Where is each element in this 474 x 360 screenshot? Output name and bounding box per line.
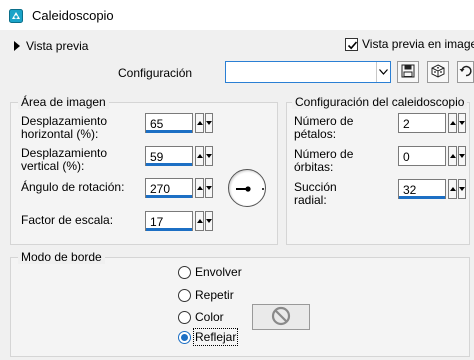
increment-button[interactable]	[448, 146, 457, 166]
radio-icon[interactable]	[178, 310, 191, 324]
radio-selected-icon[interactable]	[178, 330, 191, 344]
kaleido-config-title: Configuración del caleidoscopio	[292, 95, 468, 109]
increment-button[interactable]	[195, 211, 204, 231]
decrement-button[interactable]	[205, 211, 213, 231]
orbits-spinner[interactable]: 0	[398, 146, 466, 168]
radio-color[interactable]: Color	[178, 310, 224, 324]
config-preset-select[interactable]	[225, 61, 391, 83]
radio-icon[interactable]	[178, 265, 191, 279]
scale-spinner[interactable]: 17	[145, 211, 213, 233]
increment-button[interactable]	[195, 113, 204, 133]
down-arrow-icon	[206, 154, 212, 158]
scale-label: Factor de escala:	[21, 213, 114, 227]
down-arrow-icon	[459, 121, 465, 125]
randomize-button[interactable]	[427, 61, 449, 83]
randomize-icon	[431, 63, 445, 81]
radio-envolver-label: Envolver	[195, 265, 242, 279]
petals-input[interactable]: 2	[398, 113, 446, 133]
preview-in-image-checkbox[interactable]: Vista previa en imagen	[345, 37, 474, 51]
up-arrow-icon	[449, 187, 456, 191]
reset-icon	[459, 64, 473, 81]
decrement-button[interactable]	[458, 179, 466, 199]
value-slider-bar	[146, 163, 192, 166]
decrement-button[interactable]	[205, 113, 213, 133]
window-title: Caleidoscopio	[32, 8, 114, 23]
petals-label: Número de pétalos:	[294, 114, 354, 141]
rotation-spinner[interactable]: 270	[145, 178, 213, 200]
up-arrow-icon	[449, 154, 456, 158]
up-arrow-icon	[196, 154, 203, 158]
up-arrow-icon	[449, 121, 456, 125]
v-offset-label: Desplazamiento vertical (%):	[21, 146, 108, 173]
chevron-down-icon[interactable]	[376, 62, 390, 82]
increment-button[interactable]	[448, 179, 457, 199]
up-arrow-icon	[196, 219, 203, 223]
preview-toggle-label: Vista previa	[26, 39, 89, 53]
increment-button[interactable]	[195, 178, 204, 198]
decrement-button[interactable]	[458, 146, 466, 166]
value-slider-bar	[399, 196, 445, 199]
rotation-dial[interactable]	[228, 169, 266, 207]
radio-repetir[interactable]: Repetir	[178, 288, 234, 302]
image-area-title: Área de imagen	[18, 95, 109, 109]
radio-repetir-label: Repetir	[195, 288, 234, 302]
radio-envolver[interactable]: Envolver	[178, 265, 242, 279]
down-arrow-icon	[206, 186, 212, 190]
no-color-icon	[271, 306, 291, 329]
decrement-button[interactable]	[205, 146, 213, 166]
h-offset-label: Desplazamiento horizontal (%):	[21, 114, 108, 141]
suction-label: Succión radial:	[294, 180, 337, 207]
edge-mode-title: Modo de borde	[18, 250, 105, 264]
kaleidoscope-app-icon	[9, 9, 23, 23]
preview-toggle[interactable]: Vista previa	[14, 38, 88, 54]
rotation-label: Ángulo de rotación:	[21, 180, 125, 194]
h-offset-spinner[interactable]: 65	[145, 113, 213, 135]
up-arrow-icon	[196, 186, 203, 190]
orbits-input[interactable]: 0	[398, 146, 446, 166]
decrement-button[interactable]	[205, 178, 213, 198]
save-preset-button[interactable]	[397, 61, 419, 83]
down-arrow-icon	[206, 121, 212, 125]
config-label: Configuración	[118, 66, 193, 80]
save-icon	[401, 64, 415, 81]
value-slider-bar	[146, 130, 192, 133]
reset-button[interactable]	[457, 61, 474, 83]
v-offset-spinner[interactable]: 59	[145, 146, 213, 168]
expand-arrow-icon	[14, 41, 20, 51]
down-arrow-icon	[206, 219, 212, 223]
orbits-label: Número de órbitas:	[294, 147, 354, 174]
down-arrow-icon	[459, 187, 465, 191]
increment-button[interactable]	[195, 146, 204, 166]
increment-button[interactable]	[448, 113, 457, 133]
radio-reflejar-label: Reflejar	[192, 328, 239, 346]
rotation-dial-needle-icon	[236, 186, 264, 192]
value-slider-bar	[146, 195, 192, 198]
radio-icon[interactable]	[178, 288, 191, 302]
radio-color-label: Color	[195, 310, 224, 324]
suction-spinner[interactable]: 32	[398, 179, 466, 201]
preview-in-image-label: Vista previa en imagen	[362, 37, 474, 51]
edge-color-swatch[interactable]	[252, 304, 310, 330]
checkbox-checked-icon[interactable]	[345, 37, 358, 51]
petals-spinner[interactable]: 2	[398, 113, 466, 135]
radio-reflejar[interactable]: Reflejar	[178, 328, 239, 346]
down-arrow-icon	[459, 154, 465, 158]
decrement-button[interactable]	[458, 113, 466, 133]
up-arrow-icon	[196, 121, 203, 125]
value-slider-bar	[146, 228, 192, 231]
